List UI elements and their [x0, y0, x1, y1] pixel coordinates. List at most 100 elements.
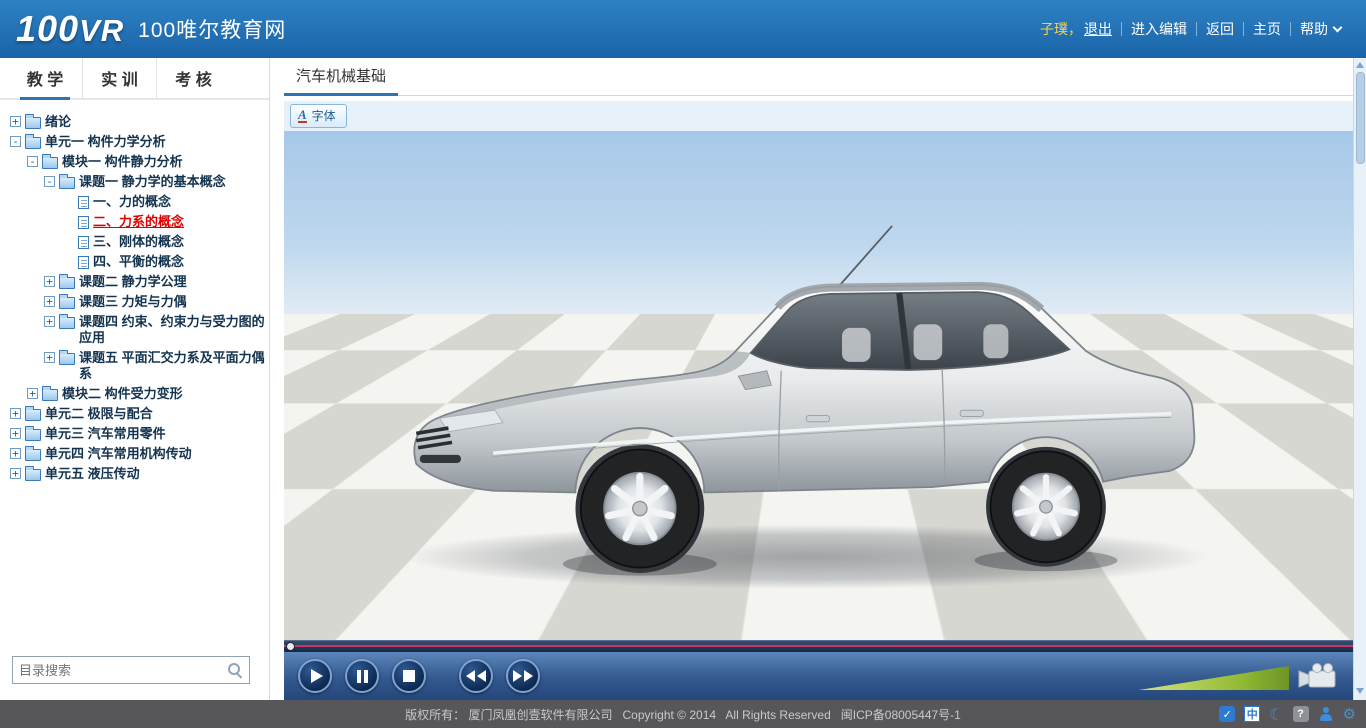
tree-item[interactable]: 一、力的概念 [6, 194, 265, 210]
tree-item[interactable]: + 课题五 平面汇交力系及平面力偶系 [6, 350, 265, 382]
tree-item-label[interactable]: 单元四 汽车常用机构传动 [45, 446, 265, 462]
tree-item[interactable]: + 单元二 极限与配合 [6, 406, 265, 422]
doc-icon [78, 196, 89, 209]
sidebar: 教 学实 训考 核 +绪论-单元一 构件力学分析-模块一 构件静力分析-课题一 … [0, 58, 270, 700]
tree-item-label[interactable]: 单元二 极限与配合 [45, 406, 265, 422]
scroll-thumb[interactable] [1356, 72, 1365, 164]
chinese-icon[interactable]: 中 [1244, 706, 1260, 722]
tree-item-label[interactable]: 单元五 液压传动 [45, 466, 265, 482]
camera-icon[interactable] [1297, 662, 1341, 692]
tree-item[interactable]: + 绪论 [6, 114, 265, 130]
tree-item-label[interactable]: 课题二 静力学公理 [79, 274, 265, 290]
tree-item[interactable]: + 课题三 力矩与力偶 [6, 294, 265, 310]
car-model[interactable] [359, 151, 1236, 619]
tree-item-label[interactable]: 单元三 汽车常用零件 [45, 426, 265, 442]
tree[interactable]: +绪论-单元一 构件力学分析-模块一 构件静力分析-课题一 静力学的基本概念一、… [0, 100, 269, 648]
expand-icon[interactable]: + [44, 316, 55, 327]
tree-item[interactable]: 四、平衡的概念 [6, 254, 265, 270]
collapse-icon[interactable]: - [44, 176, 55, 187]
tree-item-label[interactable]: 三、刚体的概念 [93, 234, 265, 250]
folder-icon [59, 277, 75, 289]
sidebar-tab[interactable]: 实 训 [82, 58, 156, 98]
tree-item[interactable]: + 课题四 约束、约束力与受力图的应用 [6, 314, 265, 346]
gear-icon[interactable]: ⚙ [1343, 705, 1356, 723]
separator [1121, 22, 1122, 36]
collapse-icon[interactable]: - [10, 136, 21, 147]
scroll-down-arrow[interactable] [1356, 688, 1364, 694]
home-link[interactable]: 主页 [1253, 19, 1281, 39]
seek-handle[interactable] [286, 642, 295, 651]
expand-icon[interactable]: + [10, 468, 21, 479]
tree-item-label[interactable]: 模块一 构件静力分析 [62, 154, 265, 170]
tree-item[interactable]: 三、刚体的概念 [6, 234, 265, 250]
tree-item-label[interactable]: 绪论 [45, 114, 265, 130]
user-icon[interactable] [1318, 706, 1334, 722]
search-input[interactable] [19, 663, 227, 678]
tab-course[interactable]: 汽车机械基础 [284, 65, 398, 95]
tree-item-label[interactable]: 课题三 力矩与力偶 [79, 294, 265, 310]
sidebar-tab[interactable]: 教 学 [8, 58, 82, 98]
forward-button[interactable] [506, 659, 540, 693]
expand-icon[interactable]: + [44, 296, 55, 307]
folder-icon [25, 117, 41, 129]
tree-item-label[interactable]: 二、力系的概念 [93, 214, 265, 230]
tree-item[interactable]: 二、力系的概念 [6, 214, 265, 230]
tree-item-label[interactable]: 课题五 平面汇交力系及平面力偶系 [79, 350, 265, 382]
collapse-icon[interactable]: - [27, 156, 38, 167]
font-button[interactable]: A 字体 [290, 104, 347, 128]
folder-icon [59, 353, 75, 365]
help-menu[interactable]: 帮助 [1300, 19, 1341, 39]
expand-icon[interactable]: + [10, 116, 21, 127]
expand-icon[interactable]: + [10, 428, 21, 439]
play-button[interactable] [298, 659, 332, 693]
expand-icon[interactable]: + [10, 408, 21, 419]
folder-icon [42, 389, 58, 401]
check-icon[interactable]: ✓ [1219, 706, 1235, 722]
logo-100: 100 [16, 8, 79, 49]
folder-icon [25, 137, 41, 149]
logo-100vr[interactable]: 100VR [16, 11, 124, 47]
moon-icon[interactable]: ☾ [1269, 705, 1283, 724]
tree-item[interactable]: + 模块二 构件受力变形 [6, 386, 265, 402]
tree-item[interactable]: + 单元三 汽车常用零件 [6, 426, 265, 442]
expand-icon[interactable]: + [10, 448, 21, 459]
play-icon [311, 669, 323, 683]
back-link[interactable]: 返回 [1206, 19, 1234, 39]
tree-item[interactable]: + 单元五 液压传动 [6, 466, 265, 482]
tree-item[interactable]: - 模块一 构件静力分析 [6, 154, 265, 170]
pause-button[interactable] [345, 659, 379, 693]
volume-control[interactable] [1139, 666, 1289, 690]
site-title: 100唯尔教育网 [138, 14, 286, 44]
3d-viewer[interactable] [284, 131, 1353, 640]
rewind-button[interactable] [459, 659, 493, 693]
separator [1243, 22, 1244, 36]
vertical-scrollbar[interactable] [1353, 58, 1366, 700]
help-icon[interactable]: ? [1293, 706, 1309, 722]
tree-item-label[interactable]: 单元一 构件力学分析 [45, 134, 265, 150]
tree-item[interactable]: - 单元一 构件力学分析 [6, 134, 265, 150]
header-links: 子璞， 退出 进入编辑 返回 主页 帮助 [1031, 19, 1350, 39]
body: 教 学实 训考 核 +绪论-单元一 构件力学分析-模块一 构件静力分析-课题一 … [0, 58, 1366, 700]
expand-icon[interactable]: + [44, 352, 55, 363]
tree-item-label[interactable]: 课题四 约束、约束力与受力图的应用 [79, 314, 265, 346]
search-icon[interactable] [227, 662, 243, 678]
tree-item-label[interactable]: 四、平衡的概念 [93, 254, 265, 270]
stop-button[interactable] [392, 659, 426, 693]
tree-item[interactable]: + 课题二 静力学公理 [6, 274, 265, 290]
expand-icon[interactable]: + [44, 276, 55, 287]
sidebar-tab[interactable]: 考 核 [156, 58, 230, 98]
expand-icon[interactable]: + [27, 388, 38, 399]
tree-item[interactable]: + 单元四 汽车常用机构传动 [6, 446, 265, 462]
main-area: 汽车机械基础 A 字体 [270, 58, 1353, 700]
tree-item[interactable]: - 课题一 静力学的基本概念 [6, 174, 265, 190]
seek-bar[interactable] [284, 640, 1353, 652]
enter-edit-link[interactable]: 进入编辑 [1131, 19, 1187, 39]
rewind-icon [465, 670, 487, 682]
front-wheel [581, 450, 699, 568]
tree-item-label[interactable]: 一、力的概念 [93, 194, 265, 210]
tree-item-label[interactable]: 模块二 构件受力变形 [62, 386, 265, 402]
scroll-up-arrow[interactable] [1356, 62, 1364, 68]
logout-link[interactable]: 退出 [1084, 19, 1112, 39]
tree-item-label[interactable]: 课题一 静力学的基本概念 [79, 174, 265, 190]
seek-progress-line [284, 645, 1353, 647]
